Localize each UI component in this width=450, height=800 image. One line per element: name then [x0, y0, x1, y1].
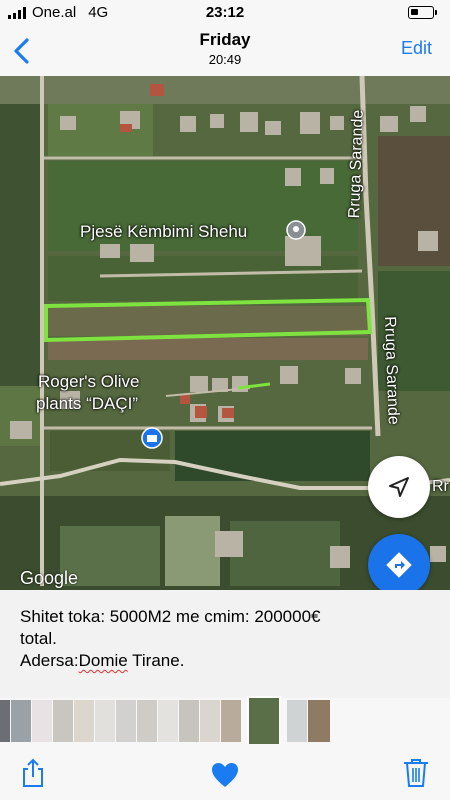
shopping-bag-pin-icon [141, 427, 163, 449]
thumbnail[interactable] [137, 700, 157, 742]
thumbnail[interactable] [221, 700, 241, 742]
share-icon [23, 758, 43, 787]
thumbnail-gap [242, 700, 248, 742]
thumbnail[interactable] [53, 700, 73, 742]
chevron-left-icon [14, 38, 29, 64]
thumbnail-gap [280, 700, 286, 742]
status-time: 23:12 [205, 4, 245, 21]
battery-icon [408, 6, 437, 19]
road-label: Rr [432, 478, 449, 495]
caption-text: Adersa: [20, 651, 79, 670]
caption-line: total. [20, 629, 57, 648]
thumbnail[interactable] [179, 700, 199, 742]
thumbnail[interactable] [11, 700, 31, 742]
share-button[interactable] [20, 758, 46, 793]
map-place-label[interactable]: Roger's Olive [38, 372, 140, 392]
thumbnail[interactable] [0, 700, 10, 742]
navigation-arrow-icon [389, 477, 409, 497]
map-pin-icon [286, 220, 306, 240]
back-button[interactable] [10, 36, 34, 66]
nav-bar: Friday 20:49 Edit [0, 26, 450, 76]
thumbnail[interactable] [74, 700, 94, 742]
edit-button[interactable]: Edit [401, 38, 432, 59]
photo-caption[interactable]: Shitet toka: 5000M2 me cmim: 200000€ tot… [0, 590, 450, 698]
caption-line: Adersa:Domie Tirane. [20, 650, 430, 672]
thumbnail[interactable] [287, 700, 307, 742]
google-logo: Google [20, 568, 79, 588]
thumbnail[interactable] [95, 700, 115, 742]
bottom-toolbar [0, 744, 450, 800]
thumbnail-selected[interactable] [247, 696, 281, 746]
thumbnail[interactable] [308, 700, 330, 742]
thumbnail[interactable] [158, 700, 178, 742]
page-subtitle: 20:49 [208, 52, 242, 67]
caption-text: Tirane. [127, 651, 185, 670]
photo-view[interactable]: Pjesë Këmbimi Shehu Roger's Olive plants… [0, 76, 450, 590]
page-title: Friday [199, 30, 251, 49]
thumbnail-strip[interactable] [0, 696, 450, 746]
thumbnail[interactable] [116, 700, 136, 742]
favorite-button[interactable] [211, 762, 239, 793]
heart-icon [212, 763, 238, 787]
directions-button[interactable] [368, 534, 430, 590]
locate-button[interactable] [368, 456, 430, 518]
thumbnail[interactable] [200, 700, 220, 742]
road-label: Rruga Sarande [381, 316, 402, 426]
road-label: Rruga Sarande [346, 109, 367, 219]
map-place-label[interactable]: plants “DAÇI” [36, 394, 138, 414]
caption-line: Shitet toka: 5000M2 me cmim: 200000€ [20, 607, 321, 626]
directions-icon [386, 552, 412, 578]
misspelled-word: Domie [78, 651, 128, 670]
battery-level [411, 9, 418, 15]
map-place-label[interactable]: Pjesë Këmbimi Shehu [80, 222, 247, 242]
trash-icon [404, 759, 428, 787]
delete-button[interactable] [403, 758, 429, 793]
status-bar: One.al 4G 23:12 [0, 0, 450, 26]
thumbnail[interactable] [32, 700, 52, 742]
